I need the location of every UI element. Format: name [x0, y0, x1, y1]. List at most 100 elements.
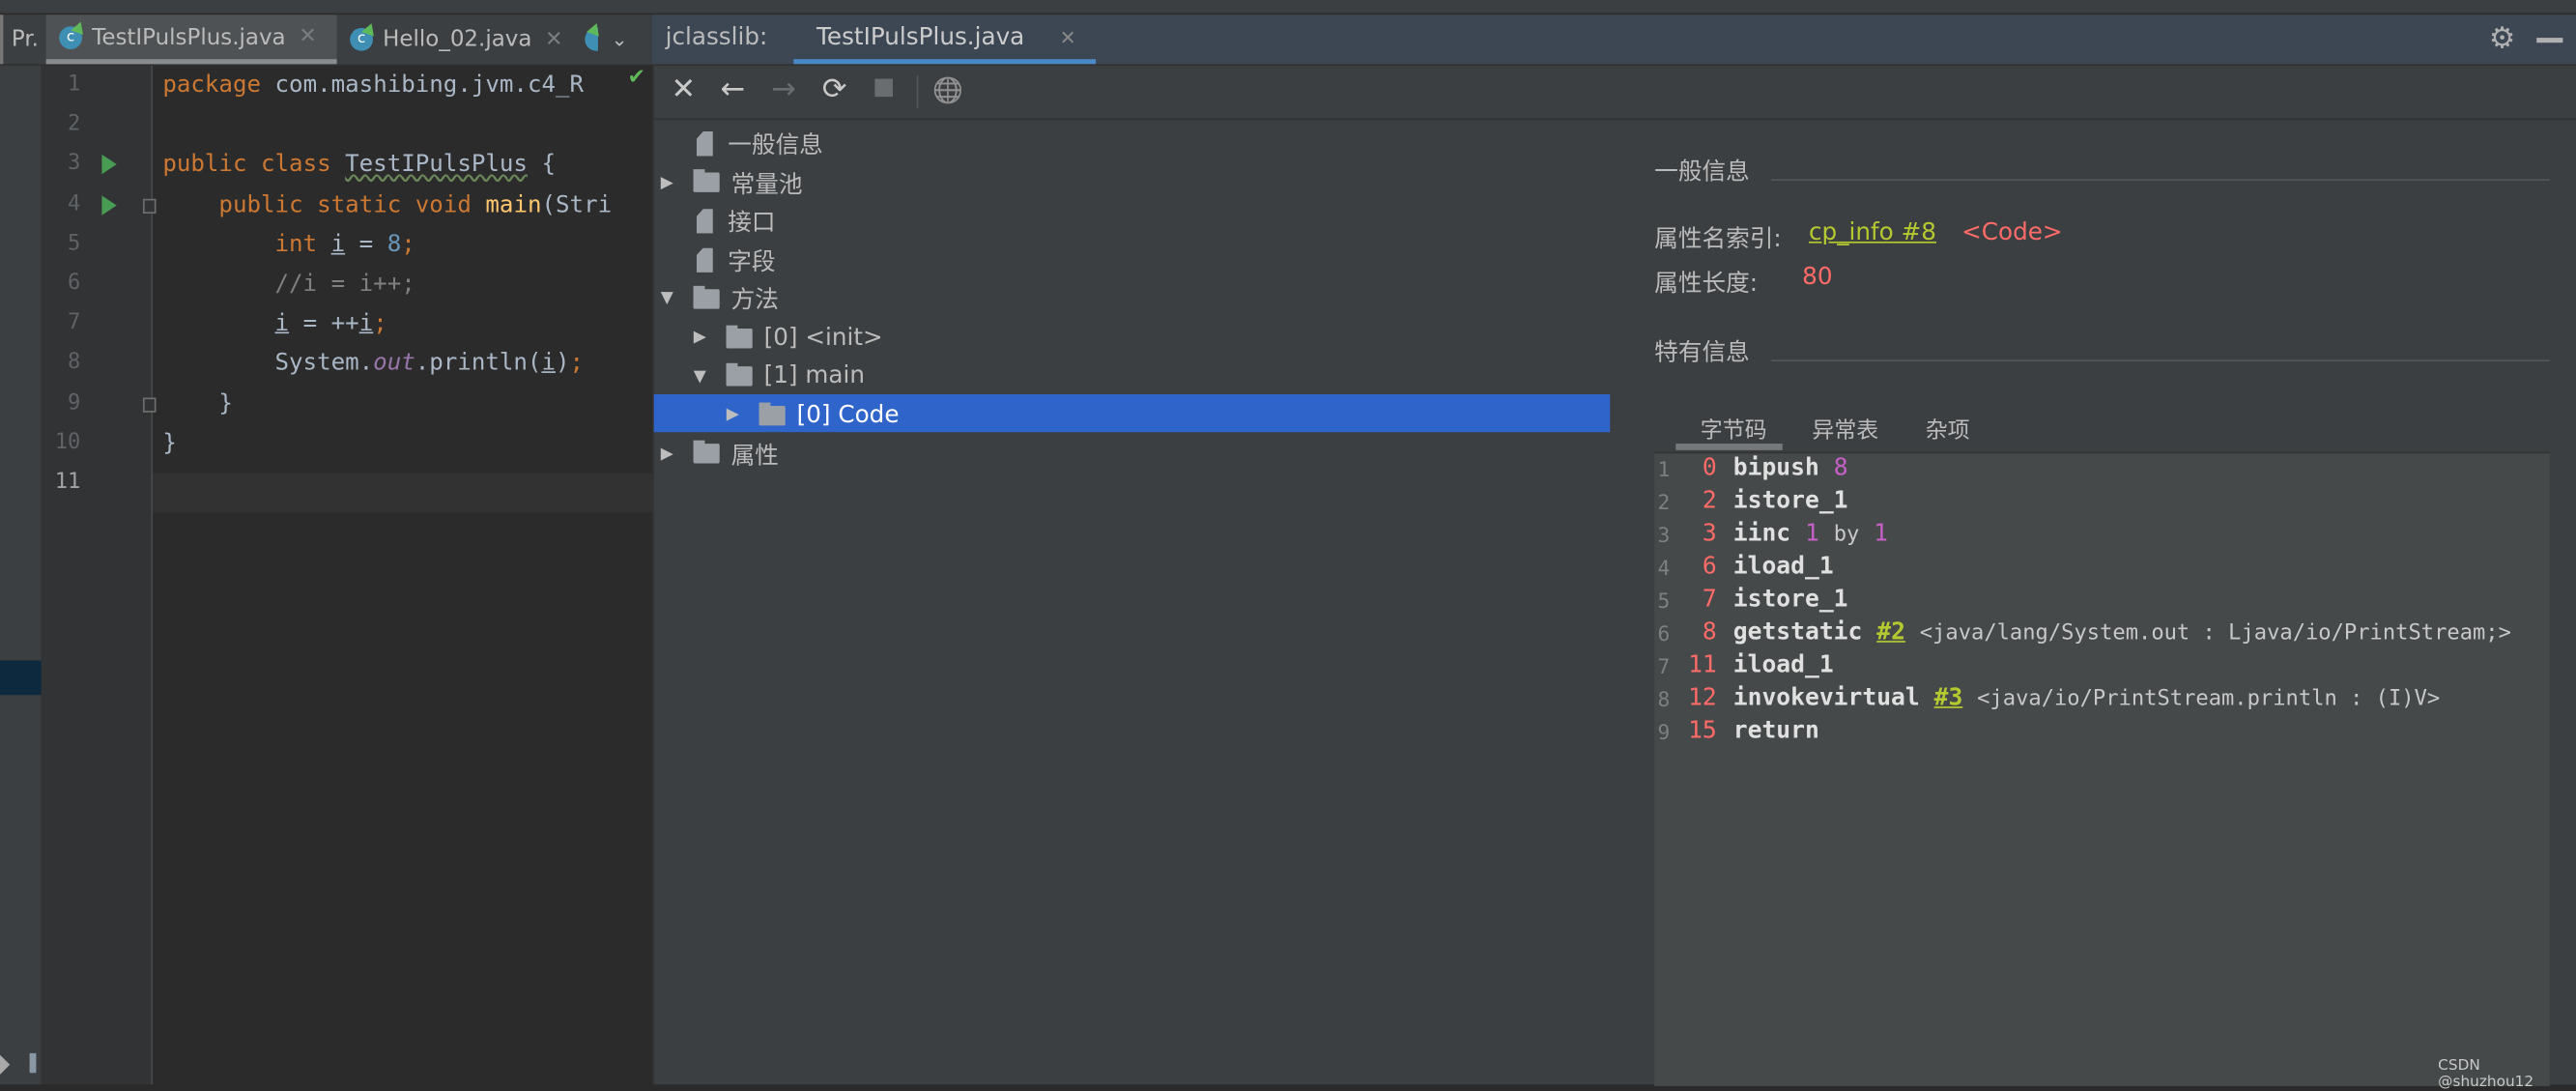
- editor-tab-hello02[interactable]: c Hello_02.java ✕: [337, 14, 576, 64]
- code-token: ;: [401, 231, 415, 258]
- file-icon: [696, 247, 713, 273]
- run-icon[interactable]: [0, 1054, 11, 1075]
- back-icon[interactable]: ←: [715, 72, 751, 107]
- gear-icon[interactable]: ⚙: [2489, 21, 2515, 56]
- tree-item-label: [0] <init>: [763, 324, 883, 352]
- code-token: ;: [569, 350, 585, 378]
- tree-item[interactable]: 一般信息: [657, 125, 823, 162]
- forward-icon[interactable]: →: [765, 72, 801, 107]
- tree-item[interactable]: 字段: [657, 242, 776, 279]
- current-line-highlight: [153, 473, 653, 513]
- java-class-icon: c: [59, 25, 83, 49]
- tree-item[interactable]: ▶ [0] <init>: [690, 319, 883, 357]
- tree-item[interactable]: 接口: [657, 202, 776, 240]
- code-line[interactable]: System.out.println(i);: [162, 347, 585, 380]
- tab-exception-table[interactable]: 异常表: [1812, 411, 1878, 444]
- code-token: public: [162, 191, 318, 218]
- cp-info-link[interactable]: cp_info #8: [1809, 220, 1936, 246]
- folder-icon: [726, 324, 753, 348]
- constant-pool-link[interactable]: #2: [1876, 619, 1905, 646]
- collapsed-arrow-icon[interactable]: ▶: [657, 174, 676, 192]
- inspection-ok-icon[interactable]: ✔: [627, 66, 645, 91]
- code-token: TestIPulsPlus: [345, 152, 528, 179]
- fold-icon[interactable]: [142, 198, 157, 214]
- code-token: class: [260, 152, 346, 179]
- run-icon[interactable]: [101, 155, 117, 175]
- bytecode-line-number: 2: [1657, 488, 1671, 514]
- bytecode-opcode: istore_1: [1732, 487, 1848, 515]
- bytecode-line-number: 6: [1657, 619, 1671, 646]
- bytecode-line-number: 5: [1657, 587, 1671, 613]
- tree-item[interactable]: ▶ 属性: [657, 435, 779, 473]
- tab-misc[interactable]: 杂项: [1926, 411, 1970, 444]
- code-line[interactable]: i = ++i;: [162, 307, 387, 340]
- line-gutter: [41, 66, 154, 1085]
- code-line[interactable]: public static void main(Stri: [162, 188, 612, 221]
- line-number: 4: [68, 191, 81, 216]
- tree-item-label: [1] main: [763, 362, 866, 390]
- bytecode-row[interactable]: 3 3 iinc 1 by 1: [1658, 518, 1888, 551]
- expanded-arrow-icon[interactable]: ▼: [690, 367, 709, 386]
- code-line[interactable]: public class TestIPulsPlus {: [162, 149, 556, 182]
- bytecode-row[interactable]: 8 12 invokevirtual #3 <java/io/PrintStream…: [1658, 682, 2441, 715]
- close-icon[interactable]: ✕: [299, 25, 317, 50]
- code-line[interactable]: //i = i++;: [162, 268, 415, 301]
- tab-bytecode[interactable]: 字节码: [1701, 411, 1767, 444]
- code-token: ): [555, 350, 570, 378]
- run-icon[interactable]: [101, 194, 117, 215]
- close-icon[interactable]: ✕: [666, 72, 701, 107]
- code-line[interactable]: int i = 8;: [162, 228, 415, 261]
- tree-item[interactable]: ▶ [0] Code: [723, 396, 900, 434]
- java-class-icon: c: [350, 27, 373, 51]
- close-icon[interactable]: ✕: [545, 27, 563, 52]
- fold-icon[interactable]: [142, 396, 157, 413]
- code-token: public: [162, 152, 261, 179]
- bytecode-row[interactable]: 4 6 iload_1: [1658, 551, 1834, 584]
- code-line[interactable]: }: [162, 427, 177, 460]
- tree-item[interactable]: ▼ 方法: [657, 280, 779, 318]
- stop-icon[interactable]: [29, 1052, 37, 1074]
- bytecode-opcode: iload_1: [1732, 553, 1834, 581]
- tab-testipulsplus-class[interactable]: TestIPulsPlus.java ✕: [793, 14, 1097, 65]
- constant-pool-link[interactable]: #3: [1934, 685, 1963, 711]
- tab-label: TestIPulsPlus.java: [816, 24, 1025, 51]
- tabs-dropdown-chevron-icon[interactable]: ⌄: [611, 14, 627, 64]
- tree-item[interactable]: ▶ 常量池: [657, 163, 803, 201]
- code-token: = ++: [289, 310, 359, 337]
- collapsed-arrow-icon[interactable]: ▶: [690, 329, 709, 347]
- globe-icon[interactable]: 🌐: [930, 75, 965, 105]
- collapsed-arrow-icon[interactable]: ▶: [657, 445, 676, 463]
- bytecode-row[interactable]: 5 7 istore_1: [1658, 584, 1848, 617]
- save-icon[interactable]: ▪: [866, 66, 902, 107]
- bytecode-line-number: 8: [1657, 685, 1671, 711]
- code-line[interactable]: package com.mashibing.jvm.c4_R: [162, 69, 584, 101]
- collapsed-arrow-icon[interactable]: ▶: [723, 406, 742, 424]
- bytecode-arg: <java/io/PrintStream.println : (I)V>: [1977, 685, 2441, 711]
- line-number: 5: [68, 231, 81, 256]
- bytecode-row[interactable]: 2 2 istore_1: [1658, 485, 1848, 518]
- editor-tab-testipulsplus[interactable]: c TestIPulsPlus.java ✕: [45, 14, 337, 65]
- code-token: {: [527, 152, 557, 179]
- selected-tool-item[interactable]: [0, 660, 42, 696]
- refresh-icon[interactable]: ⟳: [816, 72, 852, 107]
- close-icon[interactable]: ✕: [1060, 26, 1076, 49]
- bytecode-row[interactable]: 9 15 return: [1658, 715, 1819, 748]
- attr-name-value: <Code>: [1961, 219, 2063, 247]
- minimize-icon[interactable]: [2536, 38, 2563, 43]
- bytecode-row[interactable]: 6 8 getstatic #2 <java/lang/System.out : L…: [1658, 617, 2511, 649]
- bytecode-row[interactable]: 7 11 iload_1: [1658, 649, 1834, 682]
- code-line[interactable]: }: [162, 388, 233, 420]
- bytecode-offset: 8: [1702, 618, 1717, 646]
- code-token: //i = i++;: [162, 271, 415, 298]
- tree-item[interactable]: ▼ [1] main: [690, 358, 865, 395]
- tree-item-label: 属性: [730, 443, 779, 470]
- bytecode-arg: 1: [1805, 520, 1819, 548]
- expanded-arrow-icon[interactable]: ▼: [657, 290, 676, 308]
- bytecode-offset: 15: [1688, 718, 1717, 745]
- editor-tab-overflow[interactable]: [578, 14, 608, 64]
- line-number: 7: [68, 310, 81, 336]
- bytecode-row[interactable]: 1 0 bipush 8: [1658, 452, 1848, 485]
- line-number: 6: [68, 271, 81, 297]
